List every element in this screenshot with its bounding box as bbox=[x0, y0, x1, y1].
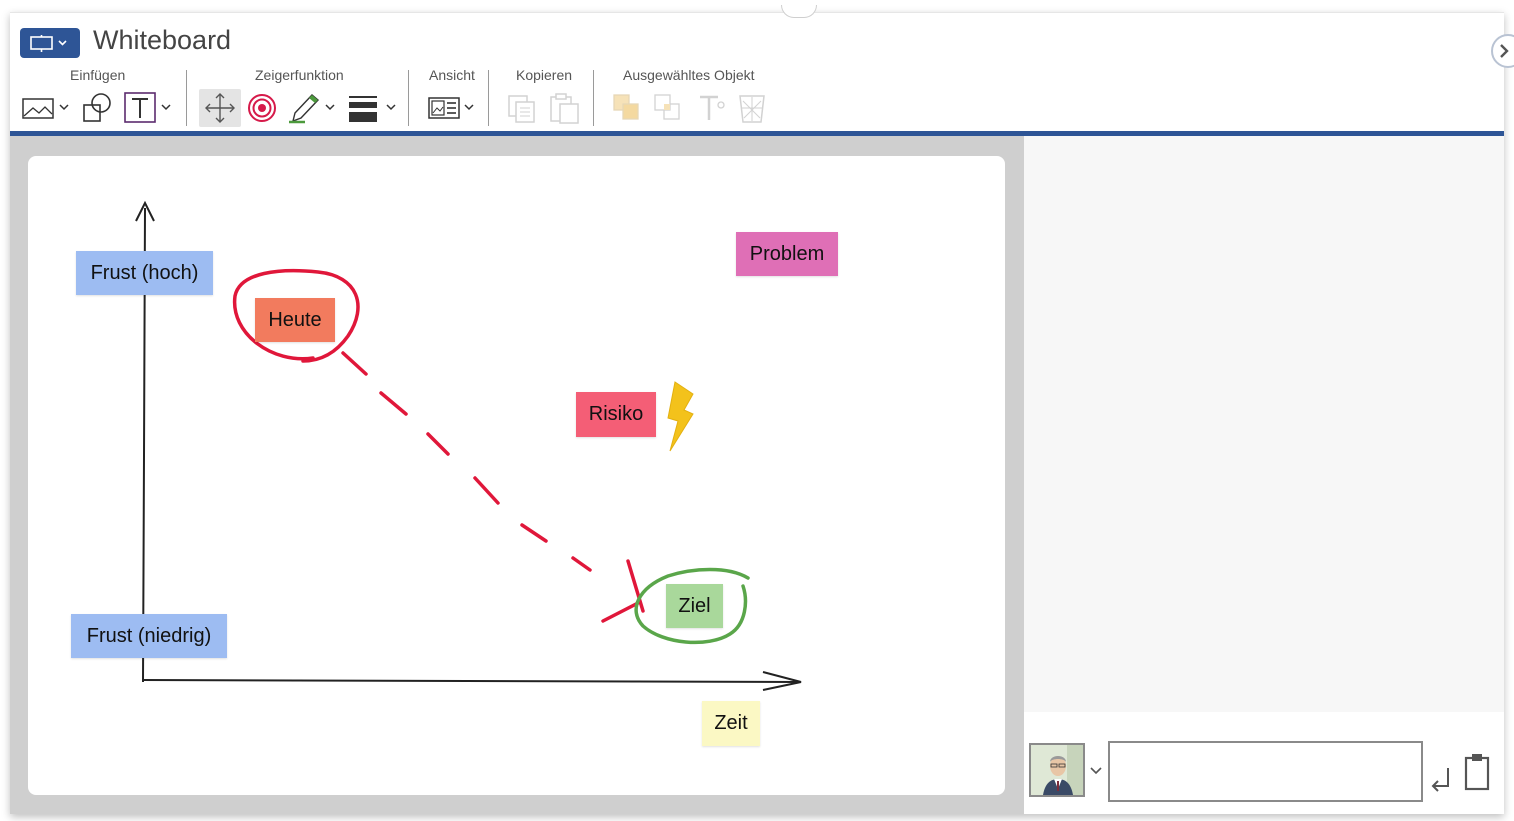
pointer-line-weight-button[interactable] bbox=[347, 89, 403, 127]
bring-to-front-button[interactable] bbox=[609, 89, 647, 127]
dashed-red-path bbox=[341, 351, 592, 572]
chat-bar bbox=[1024, 712, 1504, 814]
move-arrows-icon bbox=[205, 93, 235, 123]
insert-image-button[interactable] bbox=[21, 89, 75, 127]
note-frust-niedrig[interactable]: Frust (niedrig) bbox=[71, 614, 227, 658]
chevron-right-icon bbox=[1500, 44, 1509, 58]
whiteboard-app: Whiteboard Einfügen Zeigerfunktion Ansic… bbox=[10, 5, 1504, 814]
page-title: Whiteboard bbox=[93, 25, 232, 55]
canvas-area: Frust (hoch) Frust (niedrig) Heute Ziel … bbox=[10, 136, 1024, 814]
copy-icon bbox=[508, 95, 535, 123]
pointer-pen-button[interactable] bbox=[285, 89, 343, 127]
line-weight-icon bbox=[349, 96, 396, 122]
toolbar-separator bbox=[488, 70, 489, 126]
note-ziel[interactable]: Ziel bbox=[666, 584, 723, 628]
insert-shape-button[interactable] bbox=[80, 89, 116, 127]
group-label-view: Ansicht bbox=[429, 67, 475, 83]
paste-button[interactable] bbox=[546, 89, 584, 127]
target-icon bbox=[248, 94, 276, 122]
view-options-button[interactable] bbox=[424, 89, 482, 127]
note-zeit[interactable]: Zeit bbox=[702, 701, 760, 746]
send-to-back-icon bbox=[654, 94, 680, 120]
app-switcher-button[interactable] bbox=[20, 28, 80, 58]
toolbar-separator bbox=[593, 70, 594, 126]
message-input[interactable] bbox=[1108, 741, 1423, 802]
pointer-move-button[interactable] bbox=[199, 89, 241, 127]
pen-icon bbox=[289, 94, 335, 124]
note-frust-hoch[interactable]: Frust (hoch) bbox=[76, 251, 213, 295]
delete-icon bbox=[739, 95, 765, 123]
note-problem[interactable]: Problem bbox=[736, 232, 838, 276]
x-axis-line bbox=[141, 679, 802, 683]
whiteboard-canvas[interactable]: Frust (hoch) Frust (niedrig) Heute Ziel … bbox=[28, 156, 1005, 795]
insert-text-button[interactable] bbox=[122, 89, 180, 127]
lightning-icon bbox=[667, 381, 694, 452]
note-risiko[interactable]: Risiko bbox=[576, 392, 656, 437]
toolbar-separator bbox=[186, 70, 187, 126]
paste-icon bbox=[550, 93, 579, 124]
copy-button[interactable] bbox=[505, 89, 541, 127]
clipboard-icon[interactable] bbox=[1462, 752, 1492, 792]
toolbar-separator bbox=[408, 70, 409, 126]
text-format-icon bbox=[700, 95, 725, 120]
text-format-button[interactable] bbox=[694, 89, 730, 127]
toolbar-header: Whiteboard Einfügen Zeigerfunktion Ansic… bbox=[10, 13, 1504, 131]
pointer-target-button[interactable] bbox=[245, 89, 279, 127]
display-icon bbox=[30, 35, 67, 52]
delete-button[interactable] bbox=[734, 89, 770, 127]
enter-arrow-icon[interactable] bbox=[1428, 764, 1454, 794]
group-label-insert: Einfügen bbox=[70, 67, 126, 83]
group-label-pointer: Zeigerfunktion bbox=[255, 67, 344, 83]
group-label-selected-object: Ausgewähltes Objekt bbox=[623, 67, 755, 83]
user-photo-icon bbox=[1031, 745, 1083, 795]
note-heute[interactable]: Heute bbox=[255, 298, 335, 342]
bring-to-front-icon bbox=[613, 94, 639, 120]
avatar-chevron-down-icon[interactable] bbox=[1089, 766, 1103, 776]
send-to-back-button[interactable] bbox=[650, 89, 688, 127]
side-panel bbox=[1024, 136, 1504, 712]
group-label-copy: Kopieren bbox=[516, 67, 573, 83]
text-icon bbox=[124, 92, 171, 123]
image-icon bbox=[22, 98, 69, 119]
shapes-icon bbox=[83, 93, 111, 122]
avatar[interactable] bbox=[1029, 743, 1085, 797]
view-layout-icon bbox=[428, 97, 474, 119]
